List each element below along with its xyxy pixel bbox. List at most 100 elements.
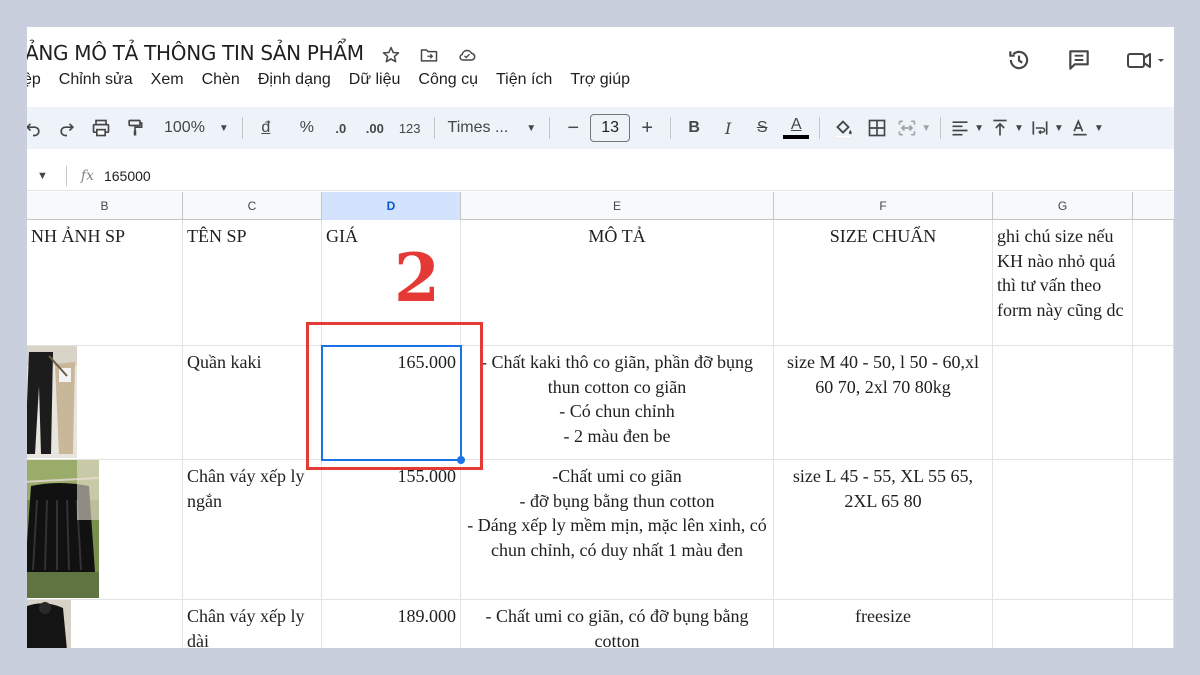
menu-extensions[interactable]: Tiện ích xyxy=(496,71,552,89)
menu-view[interactable]: Xem xyxy=(151,71,184,89)
name-box-chevron-down-icon[interactable]: ▼ xyxy=(37,170,48,182)
cell-g-row4[interactable] xyxy=(993,600,1133,648)
formula-divider xyxy=(65,165,67,186)
comments-icon[interactable] xyxy=(1066,47,1092,73)
formula-bar: ▼ fx 165000 xyxy=(27,161,1174,191)
text-color-button[interactable]: A xyxy=(782,113,810,143)
cell-h-row4[interactable] xyxy=(1133,600,1174,648)
cell-header-b[interactable]: NH ẢNH SP xyxy=(27,220,183,346)
column-header-b[interactable]: B xyxy=(27,192,183,220)
star-icon[interactable] xyxy=(379,43,403,67)
font-size-input[interactable]: 13 xyxy=(590,114,631,142)
font-size-decrease-button[interactable]: − xyxy=(559,113,587,143)
undo-icon[interactable] xyxy=(27,113,47,143)
cell-h-row3[interactable] xyxy=(1133,460,1174,600)
column-header-c[interactable]: C xyxy=(183,192,322,220)
cell-header-f[interactable]: SIZE CHUẨN xyxy=(774,220,993,346)
currency-format-button[interactable]: đ xyxy=(252,113,280,143)
bold-button[interactable]: B xyxy=(680,113,708,143)
font-size-increase-button[interactable]: + xyxy=(633,113,661,143)
cell-f-row3[interactable]: size L 45 - 55, XL 55 65, 2XL 65 80 xyxy=(774,460,993,600)
menu-file[interactable]: ệp xyxy=(27,71,41,89)
cell-e-row2[interactable]: - Chất kaki thô co giãn, phần đỡ bụng th… xyxy=(461,346,774,460)
chevron-down-icon: ▼ xyxy=(1053,122,1064,134)
font-name: Times ... xyxy=(447,119,509,136)
toolbar-divider xyxy=(819,117,821,139)
cell-c-row3[interactable]: Chân váy xếp ly ngắn xyxy=(183,460,322,600)
toolbar-divider xyxy=(549,117,551,139)
strikethrough-button[interactable]: S xyxy=(748,113,776,143)
cell-f-row2[interactable]: size M 40 - 50, l 50 - 60,xl 60 70, 2xl … xyxy=(774,346,993,460)
chevron-down-icon: ▼ xyxy=(974,122,984,134)
menu-edit[interactable]: Chỉnh sửa xyxy=(59,71,133,89)
document-title[interactable]: ẢNG MÔ TẢ THÔNG TIN SẢN PHẨM xyxy=(27,41,364,65)
version-history-icon[interactable] xyxy=(1006,47,1032,73)
redo-icon[interactable] xyxy=(53,113,81,143)
percent-format-button[interactable]: % xyxy=(293,113,321,143)
header-actions xyxy=(1006,47,1166,73)
toolbar: 100% ▼ đ % .0 .00 123 Times ... ▼ − 13 +… xyxy=(27,107,1174,149)
column-header-g[interactable]: G xyxy=(993,192,1133,220)
product-image-long-pleated-skirt xyxy=(27,600,71,648)
toolbar-divider xyxy=(433,117,435,139)
paint-format-icon[interactable] xyxy=(121,113,149,143)
cell-header-c[interactable]: TÊN SP xyxy=(183,220,322,346)
cell-b-row3[interactable] xyxy=(27,460,183,600)
print-icon[interactable] xyxy=(87,113,115,143)
cell-b-row4[interactable] xyxy=(27,600,183,648)
cell-header-h[interactable] xyxy=(1133,220,1174,346)
borders-icon[interactable] xyxy=(863,113,891,143)
increase-decimal-button[interactable]: .00 xyxy=(361,113,389,143)
cell-e-row4[interactable]: - Chất umi co giãn, có đỡ bụng bằng cott… xyxy=(461,600,774,648)
fill-color-icon[interactable] xyxy=(829,113,857,143)
italic-button[interactable]: I xyxy=(714,113,742,143)
menu-data[interactable]: Dữ liệu xyxy=(349,71,401,89)
cell-g-row3[interactable] xyxy=(993,460,1133,600)
decrease-decimal-label: .0 xyxy=(335,120,347,136)
cell-g-row2[interactable] xyxy=(993,346,1133,460)
cell-d-row4[interactable]: 189.000 xyxy=(322,600,461,648)
cell-header-e[interactable]: MÔ TẢ xyxy=(461,220,774,346)
meet-icon[interactable] xyxy=(1126,47,1166,73)
product-image-short-pleated-skirt xyxy=(27,460,99,598)
chevron-down-icon: ▼ xyxy=(526,122,537,134)
cell-d-row3[interactable]: 155.000 xyxy=(322,460,461,600)
cell-c-row2[interactable]: Quần kaki xyxy=(183,346,322,460)
text-color-letter: A xyxy=(790,116,802,133)
cell-h-row2[interactable] xyxy=(1133,346,1174,460)
cell-c-row4[interactable]: Chân váy xếp ly dài xyxy=(183,600,322,648)
text-rotation-icon[interactable]: ▼ xyxy=(1070,113,1104,143)
cell-e-row3[interactable]: -Chất umi co giãn - đỡ bụng bằng thun co… xyxy=(461,460,774,600)
increase-decimal-label: .00 xyxy=(365,120,384,136)
chevron-down-icon: ▼ xyxy=(921,122,932,134)
menu-insert[interactable]: Chèn xyxy=(202,71,240,89)
fx-icon: fx xyxy=(80,167,94,184)
merge-cells-icon[interactable]: ▼ xyxy=(897,113,931,143)
toolbar-divider xyxy=(241,117,243,139)
vertical-align-icon[interactable]: ▼ xyxy=(990,113,1024,143)
cell-b-row2[interactable] xyxy=(27,346,183,460)
decrease-decimal-button[interactable]: .0 xyxy=(327,113,355,143)
font-select[interactable]: Times ... ▼ xyxy=(444,113,541,143)
menu-help[interactable]: Trợ giúp xyxy=(570,71,630,89)
menu-format[interactable]: Định dạng xyxy=(258,71,331,89)
cloud-saved-icon[interactable] xyxy=(455,43,479,67)
zoom-value: 100% xyxy=(164,119,205,136)
highlight-box xyxy=(306,322,483,470)
move-folder-icon[interactable] xyxy=(417,43,441,67)
product-image-kaki-pants xyxy=(27,346,77,458)
column-header-e[interactable]: E xyxy=(461,192,774,220)
more-formats-button[interactable]: 123 xyxy=(395,113,425,143)
zoom-select[interactable]: 100% ▼ xyxy=(160,113,233,143)
text-wrap-icon[interactable]: ▼ xyxy=(1030,113,1064,143)
title-icons xyxy=(379,43,479,67)
column-header-d[interactable]: D xyxy=(322,192,461,220)
cell-header-g[interactable]: ghi chú size nếu KH nào nhỏ quá thì tư v… xyxy=(993,220,1133,346)
formula-input[interactable]: 165000 xyxy=(104,168,151,184)
toolbar-divider xyxy=(940,117,942,139)
align-left-icon[interactable]: ▼ xyxy=(950,113,984,143)
column-header-f[interactable]: F xyxy=(774,192,993,220)
menu-tools[interactable]: Công cụ xyxy=(418,71,478,89)
cell-f-row4[interactable]: freesize xyxy=(774,600,993,648)
chevron-down-icon: ▼ xyxy=(218,122,229,134)
